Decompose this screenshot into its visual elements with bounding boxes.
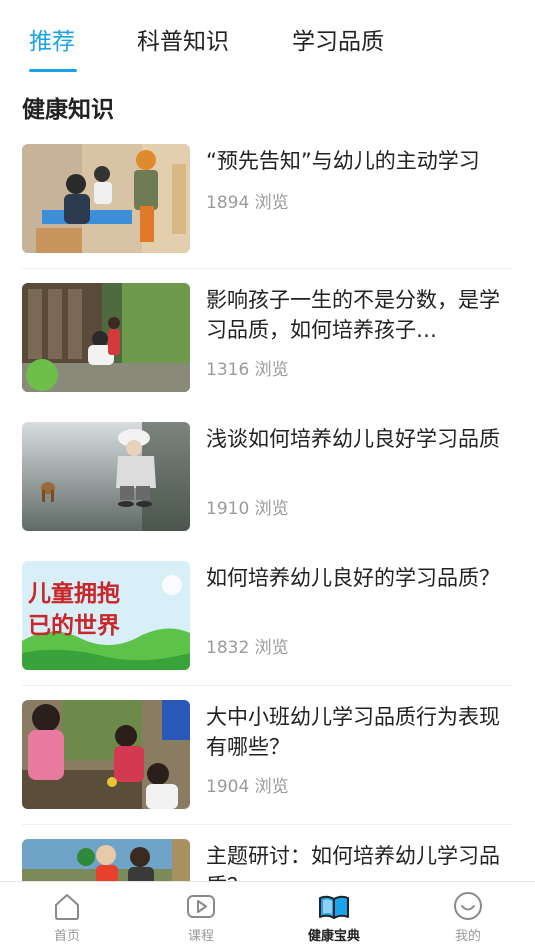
article-list: “预先告知”与幼儿的主动学习 1894 浏览 影响孩子一生的不是分数，是学习品质… [0, 130, 535, 882]
thumbnail-text: 儿童拥抱 [28, 580, 120, 607]
article-title: 浅谈如何培养幼儿良好学习品质 [206, 427, 500, 451]
tab-recommend[interactable]: 推荐 [29, 22, 75, 56]
article-views: 1316 浏览 [206, 360, 289, 380]
article-item[interactable]: 浅谈如何培养幼儿良好学习品质 1910 浏览 [22, 408, 512, 547]
article-thumbnail [22, 839, 190, 882]
article-views: 1910 浏览 [206, 499, 289, 519]
article-views: 1894 浏览 [206, 193, 289, 213]
article-thumbnail [22, 700, 190, 809]
article-thumbnail [22, 144, 190, 253]
thumbnail-text: 已的世界 [28, 612, 120, 639]
section-title: 健康知识 [22, 97, 114, 123]
active-tab-indicator [29, 69, 77, 72]
tab-learning-quality[interactable]: 学习品质 [292, 22, 384, 56]
top-tab-bar: 推荐 科普知识 学习品质 [0, 0, 535, 76]
article-views: 1832 浏览 [206, 638, 289, 658]
play-icon [187, 895, 215, 918]
home-icon [55, 894, 79, 920]
article-item[interactable]: 影响孩子一生的不是分数，是学习品质，如何培养孩子… 1316 浏览 [22, 269, 512, 408]
article-title: 如何培养幼儿良好的学习品质？ [206, 566, 500, 590]
article-title: 影响孩子一生的不是分数，是学习品质，如何培养孩子… [206, 288, 500, 342]
nav-me-label: 我的 [454, 929, 481, 944]
bottom-nav-bar: 首页 课程 健康宝典 我的 [0, 881, 535, 951]
article-thumbnail [22, 422, 190, 531]
nav-home[interactable]: 首页 [27, 890, 107, 944]
nav-courses[interactable]: 课程 [161, 890, 241, 944]
smile-icon [454, 892, 482, 920]
article-title: 大中小班幼儿学习品质行为表现有哪些？ [206, 705, 500, 759]
nav-home-label: 首页 [53, 929, 80, 944]
article-item[interactable]: 主题研讨：如何培养幼儿学习品质？ [22, 825, 512, 882]
book-icon [319, 895, 349, 919]
article-views: 1904 浏览 [206, 777, 289, 797]
article-item[interactable]: 大中小班幼儿学习品质行为表现有哪些？ 1904 浏览 [22, 686, 512, 825]
article-title: 主题研讨：如何培养幼儿学习品质？ [206, 844, 500, 882]
tab-science[interactable]: 科普知识 [137, 22, 229, 56]
article-item[interactable]: “预先告知”与幼儿的主动学习 1894 浏览 [22, 130, 512, 269]
nav-courses-label: 课程 [187, 929, 214, 944]
article-thumbnail: 儿童拥抱 已的世界 [22, 561, 190, 670]
nav-health-guide[interactable]: 健康宝典 [294, 890, 374, 944]
article-thumbnail [22, 283, 190, 392]
article-title: “预先告知”与幼儿的主动学习 [206, 149, 480, 173]
nav-me[interactable]: 我的 [428, 890, 508, 944]
nav-health-guide-label: 健康宝典 [307, 929, 360, 944]
article-item[interactable]: 儿童拥抱 已的世界 如何培养幼儿良好的学习品质？ 1832 浏览 [22, 547, 512, 686]
